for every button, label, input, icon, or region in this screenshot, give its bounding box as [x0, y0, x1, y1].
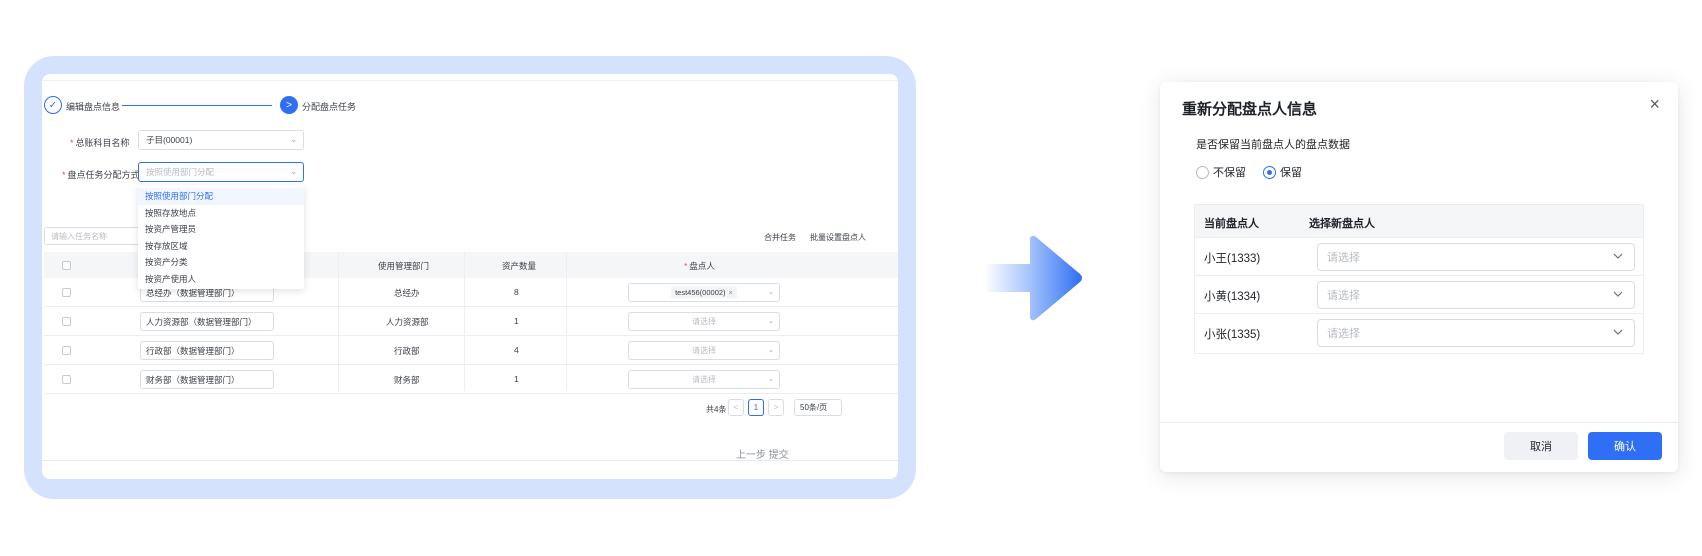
page-size-select[interactable]: 50条/页: [794, 399, 842, 416]
step-2-label: 分配盘点任务: [302, 102, 357, 112]
method-select[interactable]: 按照使用部门分配 ⌄: [138, 162, 304, 182]
task-name-input[interactable]: 财务部（数据管理部门）: [140, 370, 274, 389]
current-assignee: 小王(1333): [1204, 253, 1261, 265]
dropdown-option[interactable]: 按照存放地点: [138, 205, 304, 222]
reassign-dialog: 重新分配盘点人信息 × 是否保留当前盘点人的盘点数据 不保留 保留 当前盘点人 …: [1160, 82, 1678, 472]
merge-task-button[interactable]: 合并任务: [764, 232, 796, 243]
chevron-down-icon: [1613, 291, 1623, 297]
confirm-button[interactable]: 确认: [1588, 432, 1662, 460]
column-header-dept: 使用管理部门: [378, 261, 430, 271]
dropdown-option[interactable]: 按资产分类: [138, 254, 304, 271]
row-checkbox[interactable]: [62, 288, 71, 297]
task-name-input[interactable]: 人力资源部（数据管理部门）: [140, 312, 274, 331]
table-row: 小黄(1334) 请选择: [1195, 275, 1643, 313]
cancel-button[interactable]: 取消: [1504, 432, 1578, 460]
check-icon: ✓: [44, 96, 62, 114]
assignee-select[interactable]: test456(00002) × ⌄: [628, 283, 780, 302]
assignee-tag: test456(00002) ×: [671, 287, 737, 298]
reassign-table: 当前盘点人 选择新盘点人 小王(1333) 请选择 小黄(1334) 请选择 小…: [1194, 204, 1644, 354]
book-label: * 总账科目名称: [70, 138, 130, 148]
chevron-down-icon: ⌄: [768, 376, 774, 383]
count-cell: 1: [514, 374, 519, 384]
retain-question: 是否保留当前盘点人的盘点数据: [1196, 139, 1350, 151]
column-header-count: 资产数量: [502, 261, 537, 271]
header-divider: [42, 80, 898, 81]
chevron-down-icon: ⌄: [768, 318, 774, 325]
table-row: 行政部（数据管理部门） 行政部 4 请选择 ⌄: [44, 336, 898, 365]
table-header: 当前盘点人 选择新盘点人: [1195, 205, 1643, 237]
dropdown-option[interactable]: 按照使用部门分配: [138, 188, 304, 205]
new-assignee-select[interactable]: 请选择: [1317, 319, 1635, 347]
assignee-select[interactable]: 请选择 ⌄: [628, 341, 780, 360]
chevron-right-icon: >: [280, 96, 298, 114]
dialog-footer-divider: [1160, 422, 1678, 423]
chevron-down-icon: [1613, 253, 1623, 259]
pagination-prev-button[interactable]: <: [728, 399, 744, 416]
dropdown-option[interactable]: 按存放区域: [138, 238, 304, 255]
column-header-assignee: * 盘点人: [684, 261, 715, 271]
row-checkbox[interactable]: [62, 317, 71, 326]
new-assignee-select[interactable]: 请选择: [1317, 243, 1635, 271]
new-assignee-select[interactable]: 请选择: [1317, 281, 1635, 309]
pagination-next-button[interactable]: >: [768, 399, 784, 416]
row-checkbox[interactable]: [62, 346, 71, 355]
task-name-input[interactable]: 行政部（数据管理部门）: [140, 341, 274, 360]
dropdown-option[interactable]: 按资产管理员: [138, 221, 304, 238]
close-icon[interactable]: ×: [1649, 94, 1660, 114]
dept-cell: 行政部: [394, 346, 420, 356]
select-all-checkbox[interactable]: [62, 261, 71, 270]
chevron-down-icon: ⌄: [290, 167, 297, 176]
row-checkbox[interactable]: [62, 375, 71, 384]
column-header-current: 当前盘点人: [1204, 218, 1259, 230]
dept-cell: 人力资源部: [386, 317, 429, 327]
table-row: 财务部（数据管理部门） 财务部 1 请选择 ⌄: [44, 365, 898, 394]
assignee-select[interactable]: 请选择 ⌄: [628, 370, 780, 389]
table-row: 小王(1333) 请选择: [1195, 237, 1643, 275]
step-connector: [122, 105, 272, 106]
chevron-down-icon: ⌄: [768, 289, 774, 296]
dept-cell: 总经办: [394, 288, 420, 298]
assignee-select[interactable]: 请选择 ⌄: [628, 312, 780, 331]
table-row: 小张(1335) 请选择: [1195, 313, 1643, 351]
radio-retain[interactable]: 保留: [1263, 164, 1302, 180]
footer-buttons[interactable]: 上一步 提交: [736, 446, 789, 461]
count-cell: 4: [514, 345, 519, 355]
radio-button[interactable]: [1263, 165, 1276, 179]
radio-label: 保留: [1280, 167, 1302, 179]
book-select[interactable]: 子目(00001) ⌄: [138, 130, 304, 150]
chevron-down-icon: [1613, 329, 1623, 335]
chevron-down-icon: ⌄: [768, 347, 774, 354]
chevron-down-icon: ⌄: [290, 135, 297, 144]
method-dropdown: 按照使用部门分配 按照存放地点 按资产管理员 按存放区域 按资产分类 按资产使用…: [138, 185, 304, 289]
task-search-input[interactable]: 请输入任务名称: [44, 227, 140, 245]
radio-button[interactable]: [1196, 165, 1209, 179]
pagination-total: 共4条: [706, 405, 727, 414]
arrow-right-icon: [984, 235, 1082, 321]
table-row: 人力资源部（数据管理部门） 人力资源部 1 请选择 ⌄: [44, 307, 898, 336]
dept-cell: 财务部: [394, 375, 420, 385]
task-assignment-screen: ✓ 编辑盘点信息 > 分配盘点任务 * 总账科目名称 子目(00001) ⌄ * 盘…: [42, 74, 898, 479]
current-assignee: 小张(1335): [1204, 329, 1261, 341]
dropdown-option[interactable]: 按资产使用人: [138, 271, 304, 288]
method-label: * 盘点任务分配方式: [62, 170, 140, 180]
batch-assign-button[interactable]: 批量设置盘点人: [810, 232, 866, 243]
radio-not-retain[interactable]: 不保留: [1196, 164, 1246, 180]
step-1-label: 编辑盘点信息: [66, 102, 121, 112]
count-cell: 8: [514, 287, 519, 297]
current-assignee: 小黄(1334): [1204, 291, 1261, 303]
pagination-page-button[interactable]: 1: [748, 399, 764, 416]
tag-close-icon[interactable]: ×: [729, 288, 733, 297]
column-header-new: 选择新盘点人: [1309, 218, 1375, 230]
radio-label: 不保留: [1213, 167, 1246, 179]
count-cell: 1: [514, 316, 519, 326]
screenshot-frame: ✓ 编辑盘点信息 > 分配盘点任务 * 总账科目名称 子目(00001) ⌄ * 盘…: [24, 56, 916, 499]
dialog-title: 重新分配盘点人信息: [1182, 101, 1318, 118]
